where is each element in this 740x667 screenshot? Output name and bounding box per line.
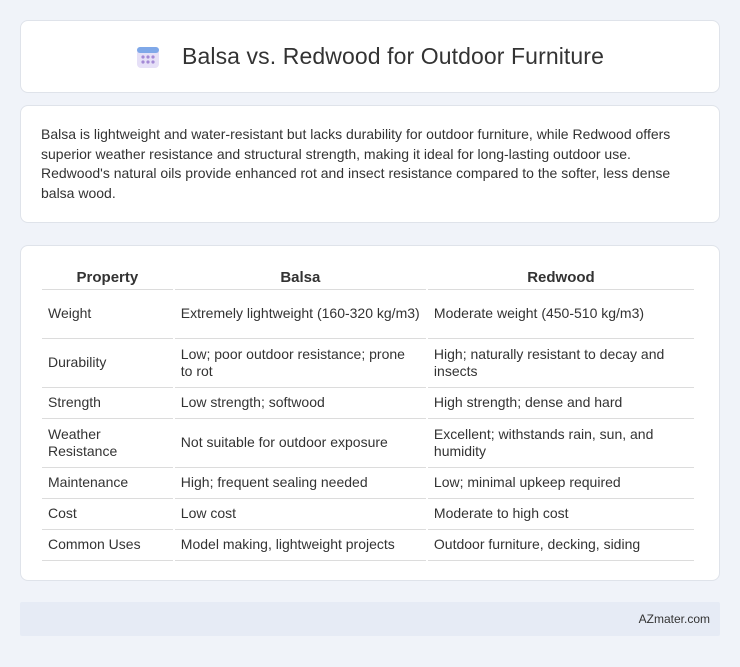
balsa-cell: High; frequent sealing needed — [174, 468, 426, 499]
property-cell: Weather Resistance — [42, 419, 173, 468]
table-row: Weight Extremely lightweight (160-320 kg… — [42, 290, 694, 339]
balsa-cell: Model making, lightweight projects — [174, 530, 426, 561]
balsa-cell: Low; poor outdoor resistance; prone to r… — [174, 339, 426, 388]
comparison-card: Property Balsa Redwood Weight Extremely … — [20, 245, 720, 581]
redwood-cell: Moderate to high cost — [427, 499, 694, 530]
balsa-cell: Not suitable for outdoor exposure — [174, 419, 426, 468]
balsa-cell: Low strength; softwood — [174, 388, 426, 419]
redwood-cell: High strength; dense and hard — [427, 388, 694, 419]
redwood-cell: High; naturally resistant to decay and i… — [427, 339, 694, 388]
column-header: Balsa — [174, 266, 426, 290]
table-row: Weather Resistance Not suitable for outd… — [42, 419, 694, 468]
property-cell: Common Uses — [42, 530, 173, 561]
balsa-cell: Low cost — [174, 499, 426, 530]
table-row: Maintenance High; frequent sealing neede… — [42, 468, 694, 499]
redwood-cell: Low; minimal upkeep required — [427, 468, 694, 499]
table-header-row: Property Balsa Redwood — [42, 266, 694, 290]
page-title: Balsa vs. Redwood for Outdoor Furniture — [182, 43, 604, 69]
redwood-cell: Moderate weight (450-510 kg/m3) — [427, 290, 694, 339]
table-row: Common Uses Model making, lightweight pr… — [42, 530, 694, 561]
property-cell: Cost — [42, 499, 173, 530]
comparison-table: Property Balsa Redwood Weight Extremely … — [40, 266, 696, 561]
property-cell: Maintenance — [42, 468, 173, 499]
summary-text: Balsa is lightweight and water-resistant… — [41, 126, 671, 201]
table-row: Cost Low cost Moderate to high cost — [42, 499, 694, 530]
property-cell: Weight — [42, 290, 173, 339]
title-card: Balsa vs. Redwood for Outdoor Furniture — [20, 20, 720, 93]
redwood-cell: Excellent; withstands rain, sun, and hum… — [427, 419, 694, 468]
column-header: Property — [42, 266, 173, 290]
balsa-cell: Extremely lightweight (160-320 kg/m3) — [174, 290, 426, 339]
table-row: Strength Low strength; softwood High str… — [42, 388, 694, 419]
summary-card: Balsa is lightweight and water-resistant… — [20, 105, 720, 223]
calendar-icon — [137, 46, 160, 68]
column-header: Redwood — [427, 266, 694, 290]
property-cell: Durability — [42, 339, 173, 388]
property-cell: Strength — [42, 388, 173, 419]
redwood-cell: Outdoor furniture, decking, siding — [427, 530, 694, 561]
footer-brand[interactable]: AZmater.com — [639, 612, 710, 626]
footer: AZmater.com — [20, 602, 720, 636]
table-row: Durability Low; poor outdoor resistance;… — [42, 339, 694, 388]
